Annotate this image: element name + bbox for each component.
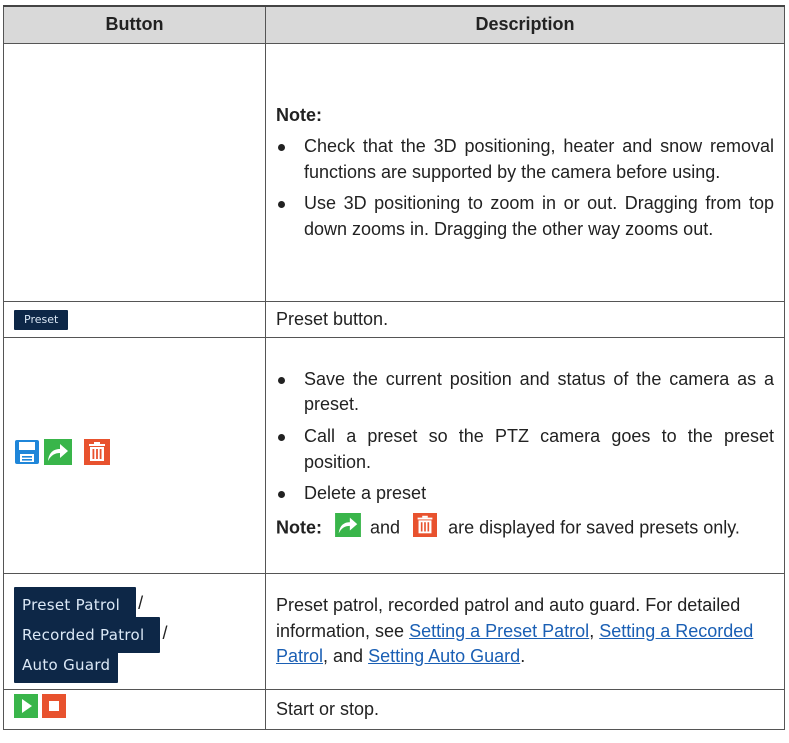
- start-stop-icons: [14, 693, 259, 726]
- call-preset-arrow-icon: [335, 512, 361, 545]
- list-item: Check that the 3D positioning, heater an…: [276, 134, 774, 185]
- description-cell: Preset button.: [265, 301, 785, 338]
- and-text: , and: [323, 646, 369, 667]
- table-row: Preset Preset button.: [3, 301, 785, 338]
- button-cell-empty: [3, 43, 266, 302]
- note-label: Note:: [276, 517, 322, 538]
- saved-presets-note: Note: and are displayed for saved preset…: [276, 512, 774, 545]
- document-page: Button Description Note: Check that the …: [0, 0, 789, 743]
- table-row: Start or stop.: [3, 689, 785, 730]
- button-cell: [3, 337, 266, 574]
- table-row: Preset Patrol / Recorded Patrol / Auto Gua…: [3, 573, 785, 690]
- preset-action-bullets: Save the current position and status of …: [276, 367, 774, 507]
- comma: ,: [589, 620, 595, 641]
- preset-button[interactable]: Preset: [14, 309, 69, 331]
- list-item: Use 3D positioning to zoom in or out. Dr…: [276, 191, 774, 242]
- list-item: Call a preset so the PTZ camera goes to …: [276, 424, 774, 475]
- note-label: Note:: [276, 104, 322, 125]
- note-bullet-list: Check that the 3D positioning, heater an…: [276, 134, 774, 242]
- save-icon[interactable]: [14, 439, 40, 473]
- stop-icon[interactable]: [42, 693, 66, 726]
- auto-guard-button[interactable]: Auto Guard: [14, 646, 119, 683]
- delete-trash-icon: [413, 512, 438, 545]
- preset-action-icons: [14, 438, 259, 473]
- button-cell: Preset Patrol / Recorded Patrol / Auto Gua…: [3, 573, 266, 690]
- link-setting-auto-guard[interactable]: Setting Auto Guard: [368, 646, 520, 666]
- button-description-table: Button Description Note: Check that the …: [3, 5, 785, 730]
- header-description: Description: [265, 5, 785, 44]
- separator: /: [138, 593, 144, 614]
- delete-trash-icon[interactable]: [84, 438, 110, 473]
- table-row: Save the current position and status of …: [3, 337, 785, 574]
- separator: /: [162, 623, 168, 644]
- play-icon[interactable]: [14, 693, 38, 726]
- button-cell: [3, 689, 266, 730]
- description-cell: Start or stop.: [265, 689, 785, 730]
- description-cell: Note: Check that the 3D positioning, hea…: [265, 43, 785, 302]
- list-item: Save the current position and status of …: [276, 367, 774, 418]
- description-cell: Preset patrol, recorded patrol and auto …: [265, 573, 785, 690]
- description-cell: Save the current position and status of …: [265, 337, 785, 574]
- table-row: Note: Check that the 3D positioning, hea…: [3, 43, 785, 302]
- button-cell: Preset: [3, 301, 266, 338]
- list-item: Delete a preset: [276, 481, 774, 507]
- table-header-row: Button Description: [3, 5, 785, 44]
- link-setting-preset-patrol[interactable]: Setting a Preset Patrol: [409, 621, 589, 641]
- note-and-text: and: [370, 517, 401, 538]
- period: .: [520, 646, 526, 667]
- call-preset-arrow-icon[interactable]: [44, 438, 72, 473]
- header-button: Button: [3, 5, 266, 44]
- note-tail-text: are displayed for saved presets only.: [448, 517, 740, 538]
